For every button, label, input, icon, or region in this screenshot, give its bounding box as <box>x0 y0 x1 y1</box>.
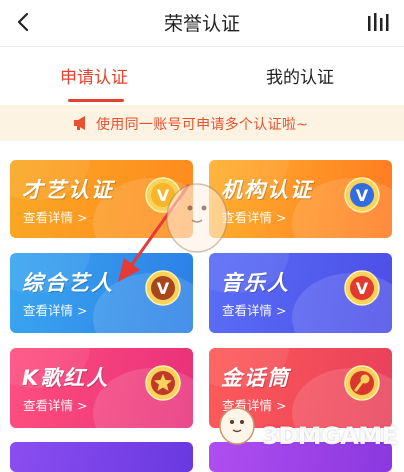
watermark-mascot-icon <box>219 407 255 445</box>
tab-bar: 申请认证 我的认证 <box>0 47 404 105</box>
card-title: 机构认证 <box>221 178 313 202</box>
bar-chart-icon <box>368 13 389 31</box>
card-title: 金话筒 <box>221 366 290 390</box>
megaphone-icon <box>74 116 85 130</box>
view-details-link[interactable]: 查看详情 > <box>222 300 286 319</box>
star-badge-icon <box>145 365 181 401</box>
card-partial-left[interactable] <box>10 442 193 472</box>
top-bar: 荣誉认证 <box>0 0 404 46</box>
card-k-song-star[interactable]: K歌红人 查看详情 > <box>10 348 193 428</box>
active-tab-indicator <box>68 99 124 102</box>
card-title: K歌红人 <box>22 366 110 390</box>
notice-banner: 使用同一账号可申请多个认证啦~ <box>0 105 404 141</box>
svg-text:V: V <box>356 186 369 205</box>
microphone-badge-icon <box>344 365 380 401</box>
svg-text:V: V <box>157 279 170 298</box>
view-details-link[interactable]: 查看详情 > <box>23 300 87 319</box>
card-title: 音乐人 <box>221 271 290 295</box>
notice-text: 使用同一账号可申请多个认证啦~ <box>96 117 309 133</box>
verified-v-badge-icon: V <box>344 270 380 306</box>
watermark-text: 3DMGAME <box>262 422 398 450</box>
card-musician[interactable]: 音乐人 查看详情 > V <box>209 253 392 333</box>
tab-apply[interactable]: 申请认证 <box>60 63 128 88</box>
card-talent-certification[interactable]: 才艺认证 查看详情 > V <box>10 160 193 238</box>
card-title: 综合艺人 <box>22 271 114 295</box>
verified-v-badge-icon: V <box>145 270 181 306</box>
card-organization-certification[interactable]: 机构认证 查看详情 > V <box>209 160 392 238</box>
verified-v-badge-icon: V <box>344 177 380 213</box>
view-details-link[interactable]: 查看详情 > <box>23 207 87 226</box>
tab-my-certifications[interactable]: 我的认证 <box>266 63 334 88</box>
svg-text:V: V <box>356 279 369 298</box>
card-title: 才艺认证 <box>22 178 114 202</box>
page-title: 荣誉认证 <box>163 13 240 35</box>
stats-button[interactable] <box>366 10 392 34</box>
card-comprehensive-artist[interactable]: 综合艺人 查看详情 > V <box>10 253 193 333</box>
verified-v-badge-icon: V <box>145 177 181 213</box>
view-details-link[interactable]: 查看详情 > <box>23 395 87 414</box>
view-details-link[interactable]: 查看详情 > <box>222 207 286 226</box>
svg-text:V: V <box>157 186 170 205</box>
